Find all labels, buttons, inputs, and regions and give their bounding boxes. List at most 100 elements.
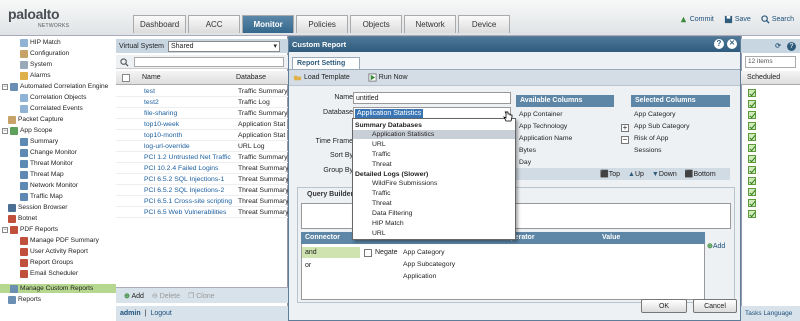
name-input[interactable]: untitled — [353, 92, 511, 104]
nav-configuration[interactable]: Configuration — [20, 49, 69, 58]
add-report-button[interactable]: ⊕ Add — [124, 292, 144, 300]
col-scheduled[interactable]: Scheduled — [741, 71, 800, 85]
delete-report-button[interactable]: ⊖ Delete — [152, 292, 180, 300]
nav-hip-match[interactable]: HIP Match — [20, 38, 61, 47]
tab-monitor[interactable]: Monitor — [242, 15, 295, 33]
row-name[interactable]: test — [144, 87, 155, 97]
dropdown-option[interactable]: URL — [353, 229, 515, 238]
negate-checkbox[interactable] — [364, 249, 372, 257]
scheduled-checkbox[interactable] — [748, 199, 756, 207]
scheduled-checkbox[interactable] — [748, 188, 756, 196]
clone-report-button[interactable]: ❐ Clone — [188, 292, 215, 300]
row-name[interactable]: file-sharing — [144, 109, 177, 119]
tab-network[interactable]: Network — [404, 15, 457, 33]
nav-network-monitor[interactable]: Network Monitor — [20, 181, 78, 190]
selected-column[interactable]: App Category — [634, 111, 676, 118]
tab-acc[interactable]: ACC — [188, 15, 241, 33]
selected-column[interactable]: App Sub Category — [634, 123, 690, 130]
logout-link[interactable]: Logout — [150, 310, 171, 317]
table-row[interactable]: PCI 1.2 Untrusted Net Traffic Traffic Sum… — [116, 153, 288, 163]
ok-button[interactable]: OK — [641, 299, 687, 313]
remove-column-icon[interactable]: − — [621, 136, 629, 144]
load-template-button[interactable]: Load Template — [293, 73, 350, 82]
scheduled-checkbox[interactable] — [748, 177, 756, 185]
filter-input[interactable] — [134, 57, 284, 67]
dropdown-option[interactable]: Traffic — [353, 150, 515, 159]
collapse-toggle-icon[interactable]: − — [2, 83, 8, 90]
dropdown-option[interactable]: Threat — [353, 160, 515, 169]
cancel-button[interactable]: Cancel — [693, 299, 737, 313]
nav-packet-capture[interactable]: Packet Capture — [8, 115, 63, 124]
dropdown-option[interactable]: Application Statistics — [353, 130, 515, 139]
move-bottom-button[interactable]: ⬛Bottom — [685, 170, 716, 178]
nav-user-activity-report[interactable]: User Activity Report — [20, 247, 88, 256]
row-name[interactable]: PCI 6.5.2 SQL Injections-2 — [144, 186, 224, 196]
table-row[interactable]: PCI 10.2.4 Failed Logins Threat Summary — [116, 164, 288, 174]
connector-or[interactable]: or — [302, 260, 360, 271]
dropdown-option[interactable]: HIP Match — [353, 219, 515, 228]
add-column-icon[interactable]: + — [621, 124, 629, 132]
row-name[interactable]: PCI 1.2 Untrusted Net Traffic — [144, 153, 231, 163]
table-row[interactable]: test2 Traffic Log — [116, 98, 288, 108]
nav-session-browser[interactable]: Session Browser — [8, 203, 67, 212]
table-row[interactable]: PCI 6.5.1 Cross-site scripting Threat Sum… — [116, 197, 288, 207]
refresh-icon[interactable]: ⟳ — [775, 42, 781, 50]
dropdown-option[interactable]: Data Filtering — [353, 209, 515, 218]
nav-correlation-objects[interactable]: Correlation Objects — [20, 93, 86, 102]
attribute-item[interactable]: App Subcategory — [403, 261, 455, 268]
nav-automated-correlation-engine[interactable]: − Automated Correlation Engine — [2, 82, 108, 91]
select-all-checkbox[interactable] — [122, 74, 130, 82]
nav-threat-monitor[interactable]: Threat Monitor — [20, 159, 73, 168]
tab-policies[interactable]: Policies — [296, 15, 349, 33]
nav-email-scheduler[interactable]: Email Scheduler — [20, 269, 78, 278]
scheduled-checkbox[interactable] — [748, 111, 756, 119]
available-column[interactable]: App Container — [519, 111, 562, 118]
scheduled-checkbox[interactable] — [748, 89, 756, 97]
tab-report-setting[interactable]: Report Setting — [292, 57, 360, 69]
scheduled-checkbox[interactable] — [748, 155, 756, 163]
nav-system[interactable]: System — [20, 60, 52, 69]
nav-summary[interactable]: Summary — [20, 137, 58, 146]
nav-app-scope[interactable]: − App Scope — [2, 126, 52, 135]
row-name[interactable]: PCI 6.5.2 SQL Injections-1 — [144, 175, 224, 185]
nav-correlated-events[interactable]: Correlated Events — [20, 104, 83, 113]
dropdown-option[interactable]: URL — [353, 140, 515, 149]
nav-pdf-reports[interactable]: − PDF Reports — [2, 225, 58, 234]
selected-column[interactable]: Sessions — [634, 147, 662, 154]
scheduled-checkbox[interactable] — [748, 166, 756, 174]
table-row[interactable]: top10-week Application Stat — [116, 120, 288, 130]
table-row[interactable]: PCI 6.5 Web Vulnerabilities Threat Summar… — [116, 208, 288, 218]
search-button[interactable]: Search — [761, 15, 794, 24]
dropdown-option[interactable]: Threat — [353, 199, 515, 208]
nav-manage-pdf-summary[interactable]: Manage PDF Summary — [20, 236, 99, 245]
col-database[interactable]: Database — [236, 74, 266, 81]
run-now-button[interactable]: Run Now — [368, 73, 408, 82]
nav-alarms[interactable]: Alarms — [20, 71, 51, 80]
nav-change-monitor[interactable]: Change Monitor — [20, 148, 77, 157]
nav-threat-map[interactable]: Threat Map — [20, 170, 64, 179]
scheduled-checkbox[interactable] — [748, 144, 756, 152]
table-row[interactable]: log-url-override URL Log — [116, 142, 288, 152]
row-name[interactable]: PCI 10.2.4 Failed Logins — [144, 164, 218, 174]
table-row[interactable]: test Traffic Summary — [116, 87, 288, 97]
available-column[interactable]: Bytes — [519, 147, 536, 154]
row-name[interactable]: top10-week — [144, 120, 179, 130]
table-row[interactable]: top10-month Application Stat — [116, 131, 288, 141]
save-button[interactable]: Save — [724, 15, 751, 24]
move-up-button[interactable]: ▲Up — [628, 171, 644, 178]
collapse-toggle-icon[interactable]: − — [2, 226, 8, 233]
dropdown-option[interactable]: Traffic — [353, 189, 515, 198]
dropdown-option[interactable]: WildFire Submissions — [353, 179, 515, 188]
close-icon[interactable]: ✕ — [727, 39, 737, 49]
attribute-item[interactable]: Application — [403, 273, 436, 280]
available-column[interactable]: Application Name — [519, 135, 572, 142]
tab-objects[interactable]: Objects — [350, 15, 403, 33]
nav-reports[interactable]: Reports — [8, 295, 41, 304]
table-row[interactable]: file-sharing Traffic Summary — [116, 109, 288, 119]
available-column[interactable]: Day — [519, 159, 531, 166]
scheduled-checkbox[interactable] — [748, 133, 756, 141]
scheduled-checkbox[interactable] — [748, 100, 756, 108]
table-row[interactable]: PCI 6.5.2 SQL Injections-1 Threat Summary — [116, 175, 288, 185]
row-name[interactable]: log-url-override — [144, 142, 190, 152]
move-top-button[interactable]: ⬛Top — [600, 170, 620, 178]
